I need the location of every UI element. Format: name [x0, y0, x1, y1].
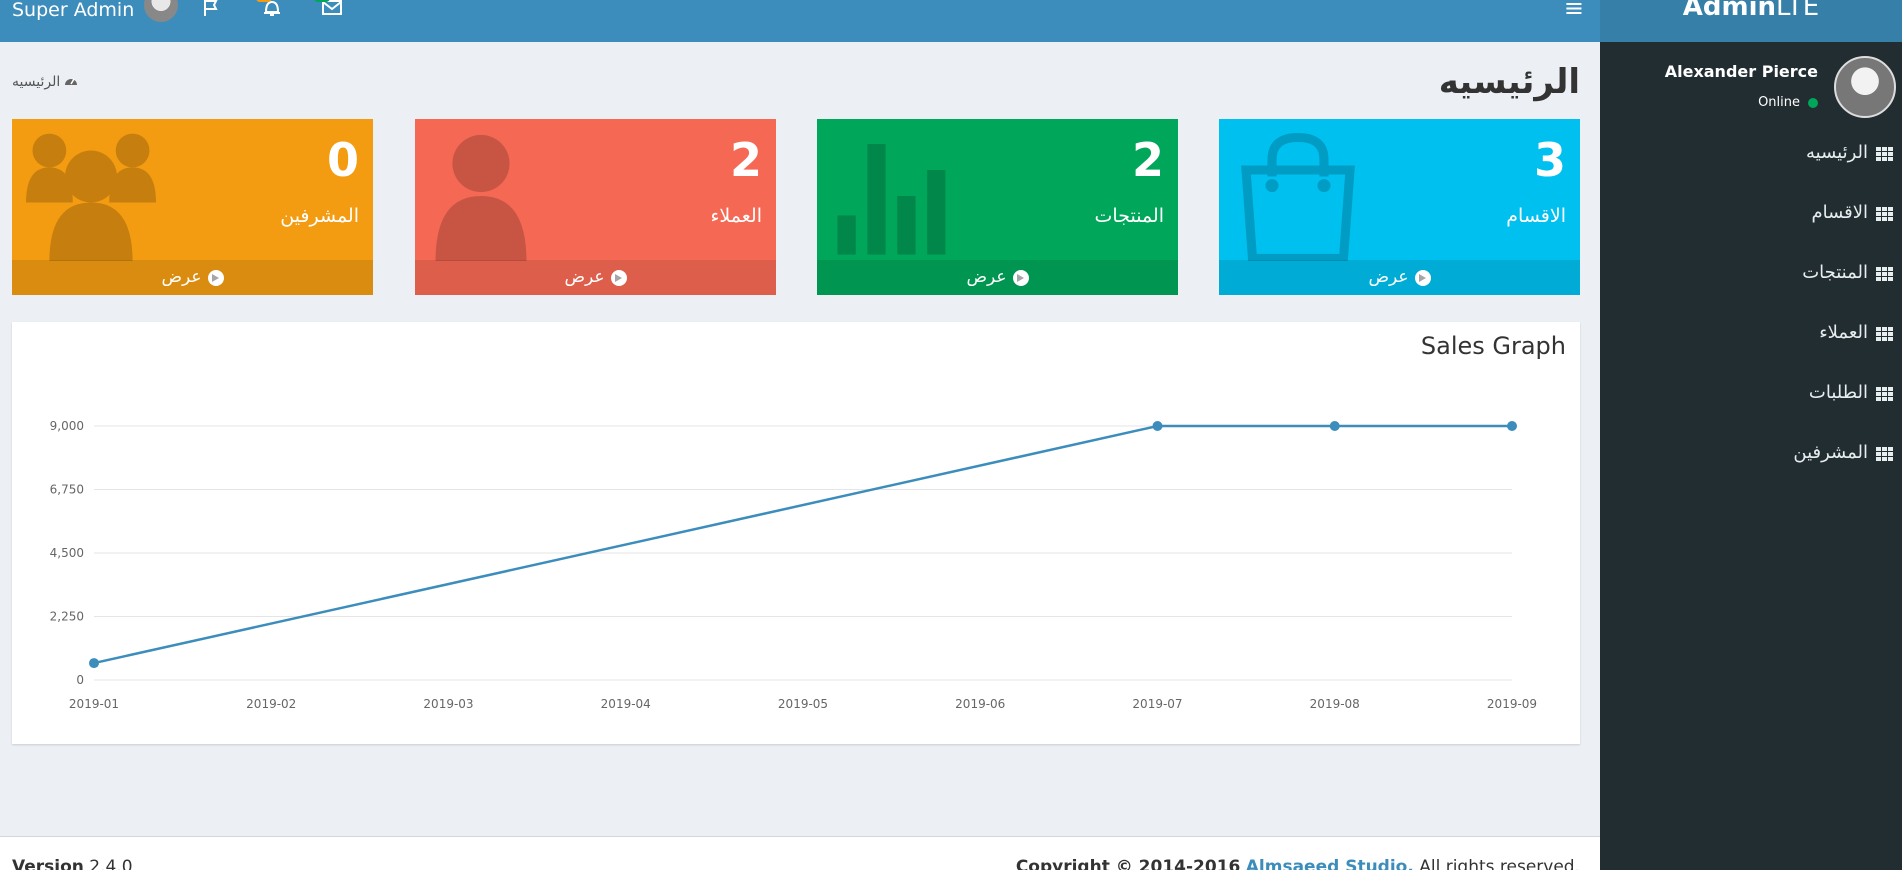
breadcrumb[interactable]: الرئيسيه: [12, 74, 78, 90]
data-point: [1152, 421, 1163, 431]
grid-icon: [1876, 447, 1894, 461]
arrow-circle-right-icon: [610, 269, 627, 286]
more-info-label: عرض: [966, 267, 1007, 287]
sidebar-item-supervisors[interactable]: المشرفين: [1600, 442, 1902, 502]
sidebar-item-label: العملاء: [1819, 322, 1868, 343]
more-info-link[interactable]: عرض: [12, 260, 373, 295]
bell-icon[interactable]: [256, 0, 282, 19]
data-point: [1507, 421, 1517, 431]
stat-count: 2: [1131, 133, 1164, 187]
stat-box-supervisors: 0 المشرفين عرض: [12, 119, 373, 295]
logo[interactable]: AdminLTE: [1600, 0, 1902, 42]
copyright-prefix: Copyright © 2014-2016: [1015, 857, 1241, 870]
data-point: [1329, 421, 1340, 431]
y-tick-label: 0: [76, 673, 84, 687]
more-info-link[interactable]: عرض: [817, 260, 1178, 295]
sidebar: AdminLTE Alexander Pierce Online الرئيسي…: [1600, 0, 1902, 870]
y-tick-label: 9,000: [50, 419, 84, 433]
sidebar-item-label: الاقسام: [1811, 202, 1868, 223]
x-tick-label: 2019-04: [601, 697, 651, 711]
x-tick-label: 2019-03: [423, 697, 473, 711]
copyright: Copyright © 2014-2016 Almsaeed Studio. A…: [1016, 857, 1580, 870]
hamburger-icon[interactable]: ≡: [1564, 0, 1584, 20]
online-dot-icon: [1808, 97, 1818, 108]
sidebar-item-orders[interactable]: الطلبات: [1600, 382, 1902, 442]
avatar: [1834, 56, 1896, 118]
sales-line-chart: 0 2,250 4,500 6,750 9,000 2019-01 2019-02 2019-…: [50, 419, 1537, 711]
sidebar-user-name: Alexander Pierce: [1664, 62, 1818, 81]
sales-graph-box: Sales Graph 0 2,250 4,500 6,750 9,000 2019-01…: [12, 322, 1580, 744]
stat-box-categories: 3 الاقسام عرض: [1219, 119, 1580, 295]
top-navbar: Super Admin ≡: [0, 0, 1600, 42]
series-line: [93, 424, 1512, 665]
breadcrumb-home: الرئيسيه: [12, 74, 61, 90]
stat-label: المنتجات: [1094, 205, 1164, 227]
sidebar-item-categories[interactable]: الاقسام: [1600, 202, 1902, 262]
copyright-suffix: All rights reserved.: [1419, 857, 1580, 870]
dashboard-icon: [64, 74, 78, 90]
navbar-avatar: [144, 0, 179, 22]
stat-label: العملاء: [710, 205, 763, 227]
bar-chart-icon: [837, 144, 946, 255]
stat-box-clients: 2 العملاء عرض: [415, 119, 776, 295]
version-number: 2.4.0: [89, 857, 133, 870]
x-tick-label: 2019-09: [1487, 697, 1537, 711]
stat-count: 3: [1533, 133, 1566, 187]
copyright-link[interactable]: Almsaeed Studio.: [1246, 857, 1414, 870]
x-tick-label: 2019-06: [955, 697, 1005, 711]
y-tick-label: 6,750: [50, 483, 84, 497]
sidebar-item-label: الطلبات: [1808, 382, 1868, 403]
sidebar-item-products[interactable]: المنتجات: [1600, 262, 1902, 322]
user-panel: Alexander Pierce Online: [1600, 52, 1902, 122]
more-info-label: عرض: [1368, 267, 1409, 287]
sidebar-item-home[interactable]: الرئيسيه: [1600, 142, 1902, 202]
stat-label: المشرفين: [280, 205, 359, 227]
envelope-icon[interactable]: [314, 0, 342, 19]
flag-icon[interactable]: [202, 0, 222, 19]
more-info-label: عرض: [161, 267, 202, 287]
navbar-user-name: Super Admin: [12, 0, 135, 21]
sidebar-item-label: المشرفين: [1793, 442, 1868, 463]
data-point: [89, 658, 99, 669]
logo-bold: Admin: [1682, 0, 1777, 22]
page-title: الرئيسيه: [1438, 62, 1580, 102]
stat-count: 2: [729, 133, 762, 187]
sidebar-item-clients[interactable]: العملاء: [1600, 322, 1902, 382]
grid-icon: [1876, 327, 1894, 341]
more-info-link[interactable]: عرض: [1219, 260, 1580, 295]
grid-icon: [1876, 267, 1894, 281]
arrow-circle-right-icon: [1012, 269, 1029, 286]
users-icon: [26, 133, 156, 261]
user-status: Online: [1758, 95, 1818, 110]
more-info-link[interactable]: عرض: [415, 260, 776, 295]
y-tick-label: 4,500: [50, 546, 84, 560]
x-tick-label: 2019-01: [69, 697, 119, 711]
more-info-label: عرض: [564, 267, 605, 287]
sidebar-menu: الرئيسيه الاقسام المنتجات العملاء الطلبا…: [1600, 142, 1902, 502]
arrow-circle-right-icon: [207, 269, 224, 286]
stat-label: الاقسام: [1506, 205, 1566, 227]
logo-light: LTE: [1776, 0, 1820, 22]
x-tick-label: 2019-02: [246, 697, 296, 711]
grid-icon: [1876, 387, 1894, 401]
y-tick-label: 2,250: [50, 610, 84, 624]
stat-count: 0: [326, 133, 359, 187]
version-info: Version 2.4.0: [12, 857, 133, 870]
grid-icon: [1876, 207, 1894, 221]
version-label: Version: [12, 857, 84, 870]
user-icon: [435, 134, 527, 261]
sidebar-item-label: المنتجات: [1802, 262, 1868, 283]
x-tick-label: 2019-08: [1310, 697, 1360, 711]
shopping-bag-icon: [1241, 132, 1355, 261]
arrow-circle-right-icon: [1414, 269, 1431, 286]
stat-box-products: 2 المنتجات عرض: [817, 119, 1178, 295]
grid-icon: [1876, 147, 1894, 161]
x-tick-label: 2019-05: [778, 697, 828, 711]
navbar-user-menu[interactable]: Super Admin: [12, 0, 179, 22]
main-footer: Version 2.4.0 Copyright © 2014-2016 Alms…: [0, 836, 1600, 870]
user-status-text: Online: [1758, 95, 1800, 110]
x-tick-label: 2019-07: [1132, 697, 1182, 711]
sidebar-item-label: الرئيسيه: [1806, 142, 1868, 163]
